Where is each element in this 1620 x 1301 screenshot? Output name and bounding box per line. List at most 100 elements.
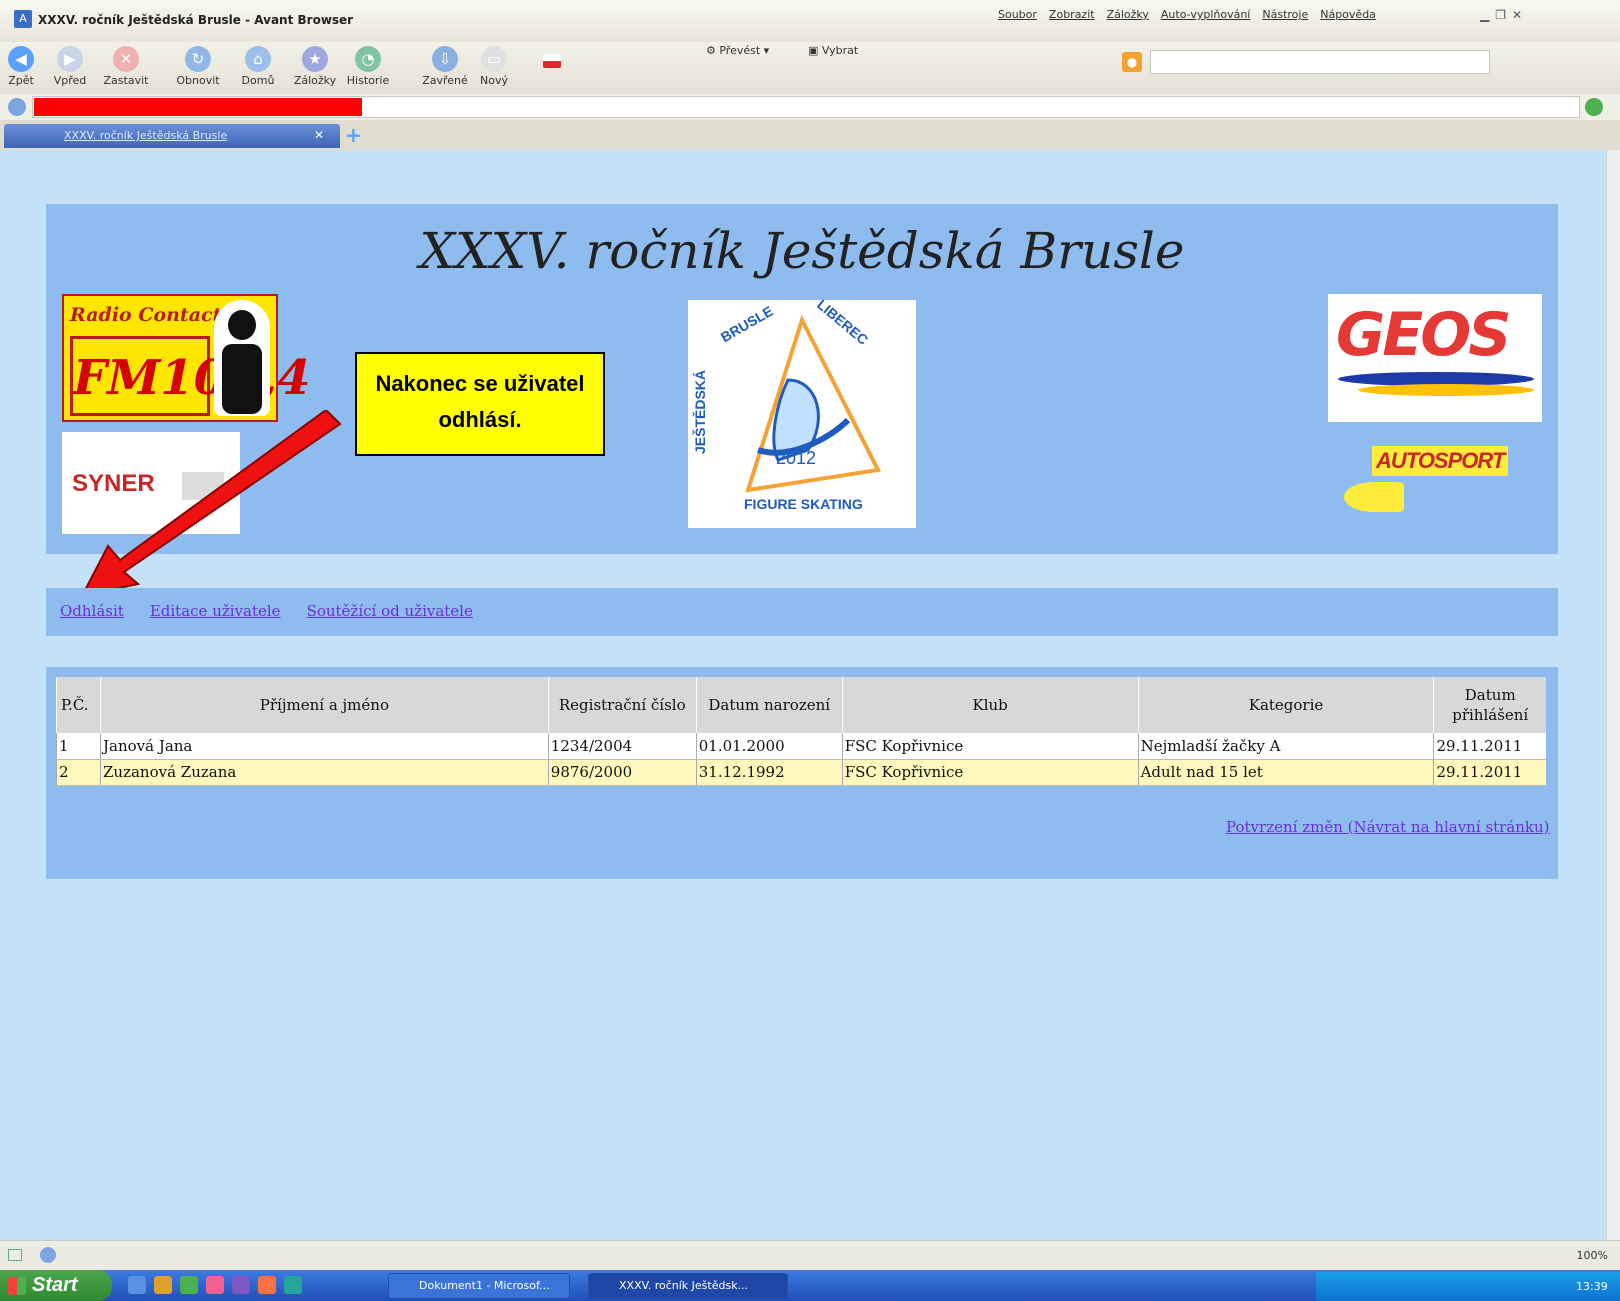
menu-soubor[interactable]: Soubor xyxy=(998,8,1037,21)
geos-logo: GEOS xyxy=(1328,294,1542,422)
menu-bar: Soubor Zobrazit Záložky Auto-vyplňování … xyxy=(998,8,1376,21)
new-button[interactable]: ▭ Nový xyxy=(474,42,514,87)
confirm-changes-link[interactable]: Potvrzení změn (Návrat na hlavní stránku… xyxy=(1226,818,1550,836)
new-tab-icon[interactable]: + xyxy=(345,125,363,145)
convert-icon: ⚙ xyxy=(706,44,720,57)
home-button[interactable]: ⌂ Domů xyxy=(238,42,278,87)
restore-icon[interactable]: ❐ xyxy=(1495,8,1506,22)
new-page-icon: ▭ xyxy=(481,46,507,72)
menu-auto-vyplnovani[interactable]: Auto-vyplňování xyxy=(1161,8,1250,21)
refresh-button[interactable]: ↻ Obnovit xyxy=(170,42,226,87)
table-cell: 29.11.2011 xyxy=(1433,759,1546,786)
table-cell: Adult nad 15 let xyxy=(1137,759,1434,786)
stop-button[interactable]: ✕ Zastavit xyxy=(98,42,154,87)
select-button[interactable]: ▣ Vybrat xyxy=(808,44,858,57)
table-cell: Nejmladší žačky A xyxy=(1137,733,1434,760)
table-cell: 1 xyxy=(56,733,101,760)
language-flag-icon[interactable] xyxy=(540,42,564,70)
table-cell: FSC Kopřivnice xyxy=(841,759,1139,786)
bookmark-icon: ★ xyxy=(302,46,328,72)
logout-link[interactable]: Odhlásit xyxy=(60,602,124,620)
user-nav: Odhlásit Editace uživatele Soutěžící od … xyxy=(60,602,473,620)
competitors-table: P.Č. Příjmení a jméno Registrační číslo … xyxy=(56,677,1546,786)
radio-contact-logo: Radio Contact FM101,4 xyxy=(62,294,311,422)
col-header: Kategorie xyxy=(1137,677,1434,733)
table-row: 1 Janová Jana 1234/2004 01.01.2000 FSC K… xyxy=(56,733,1546,760)
clock: 13:39 xyxy=(1576,1280,1608,1293)
table-cell: FSC Kopřivnice xyxy=(841,733,1139,760)
system-tray: 13:39 xyxy=(1316,1272,1620,1301)
table-cell: 29.11.2011 xyxy=(1433,733,1546,760)
page-title: XXXV. ročník Ještědská Brusle xyxy=(419,222,1185,280)
competitors-link[interactable]: Soutěžící od uživatele xyxy=(307,602,473,620)
jestedska-brusle-logo: BRUSLE LIBEREC JEŠTĚDSKÁ FIGURE SKATING … xyxy=(688,296,916,528)
zoom-level[interactable]: 100% xyxy=(1577,1249,1608,1262)
pointer-arrow xyxy=(80,410,342,598)
menu-zobrazit[interactable]: Zobrazit xyxy=(1049,8,1095,21)
menu-zalozky[interactable]: Záložky xyxy=(1107,8,1149,21)
forward-arrow-icon: ▶ xyxy=(57,46,83,72)
quick-launch xyxy=(128,1276,302,1294)
quicklaunch-icon[interactable] xyxy=(154,1276,172,1294)
close-icon[interactable]: ✕ xyxy=(1512,8,1522,22)
taskbar-item-word[interactable]: Dokument1 - Microsof... xyxy=(388,1273,570,1299)
globe-icon[interactable] xyxy=(40,1247,56,1263)
penguin-icon xyxy=(214,300,270,416)
table-cell: 2 xyxy=(56,759,101,786)
search-engine-icon[interactable]: ● xyxy=(1122,52,1142,72)
closed-tabs-icon: ⇩ xyxy=(432,46,458,72)
table-cell: Janová Jana xyxy=(99,733,549,760)
status-bar: 100% xyxy=(0,1240,1620,1270)
taskbar-item-browser[interactable]: XXXV. ročník Ještědsk... xyxy=(588,1273,788,1299)
edit-user-link[interactable]: Editace uživatele xyxy=(150,602,281,620)
window-title: XXXV. ročník Ještědská Brusle - Avant Br… xyxy=(38,13,354,27)
quicklaunch-icon[interactable] xyxy=(128,1276,146,1294)
col-header: P.Č. xyxy=(56,677,101,733)
col-header: Datum přihlášení xyxy=(1433,677,1546,733)
refresh-icon: ↻ xyxy=(185,46,211,72)
race-car-icon xyxy=(1344,482,1404,512)
browser-app-icon: A xyxy=(14,10,32,28)
menu-napoveda[interactable]: Nápověda xyxy=(1320,8,1376,21)
menu-nastroje[interactable]: Nástroje xyxy=(1262,8,1308,21)
closed-tabs-button[interactable]: ⇩ Zavřené xyxy=(420,42,470,87)
col-header: Příjmení a jméno xyxy=(99,677,549,733)
vertical-scrollbar[interactable] xyxy=(1606,150,1620,1240)
title-bar: A XXXV. ročník Ještědská Brusle - Avant … xyxy=(0,0,1620,42)
sidebar-toggle-icon[interactable] xyxy=(8,1249,22,1261)
history-icon: ◔ xyxy=(355,46,381,72)
table-header-row: P.Č. Příjmení a jméno Registrační číslo … xyxy=(56,677,1546,733)
quicklaunch-icon[interactable] xyxy=(258,1276,276,1294)
redacted-url xyxy=(34,98,362,116)
autosport-logo: AUTOSPORT xyxy=(1344,440,1540,520)
col-header: Datum narození xyxy=(695,677,843,733)
quicklaunch-icon[interactable] xyxy=(284,1276,302,1294)
history-button[interactable]: ◔ Historie xyxy=(344,42,392,87)
col-header: Klub xyxy=(841,677,1139,733)
page-icon xyxy=(8,98,26,116)
table-cell: 9876/2000 xyxy=(547,759,697,786)
bookmarks-button[interactable]: ★ Záložky xyxy=(292,42,338,87)
home-icon: ⌂ xyxy=(245,46,271,72)
window-controls: ▁ ❐ ✕ xyxy=(1480,8,1522,22)
stop-icon: ✕ xyxy=(113,46,139,72)
quicklaunch-icon[interactable] xyxy=(206,1276,224,1294)
go-icon[interactable] xyxy=(1585,98,1603,116)
table-row: 2 Zuzanová Zuzana 9876/2000 31.12.1992 F… xyxy=(56,759,1546,786)
tab-close-icon[interactable]: ✕ xyxy=(314,128,324,142)
back-arrow-icon: ◀ xyxy=(8,46,34,72)
col-header: Registrační číslo xyxy=(547,677,697,733)
forward-button[interactable]: ▶ Vpřed xyxy=(50,42,90,87)
instruction-callout: Nakonec se uživatel odhlásí. xyxy=(355,352,605,456)
minimize-icon[interactable]: ▁ xyxy=(1480,8,1489,22)
search-input[interactable] xyxy=(1150,50,1490,74)
quicklaunch-icon[interactable] xyxy=(232,1276,250,1294)
start-button[interactable]: Start xyxy=(0,1270,112,1301)
convert-button[interactable]: ⚙ Převést ▾ xyxy=(706,44,769,57)
table-cell: 1234/2004 xyxy=(547,733,697,760)
quicklaunch-icon[interactable] xyxy=(180,1276,198,1294)
tab-active[interactable]: XXXV. ročník Ještědská Brusle xyxy=(4,124,340,148)
table-cell: 01.01.2000 xyxy=(695,733,843,760)
back-button[interactable]: ◀ Zpět xyxy=(4,42,38,87)
table-cell: 31.12.1992 xyxy=(695,759,843,786)
